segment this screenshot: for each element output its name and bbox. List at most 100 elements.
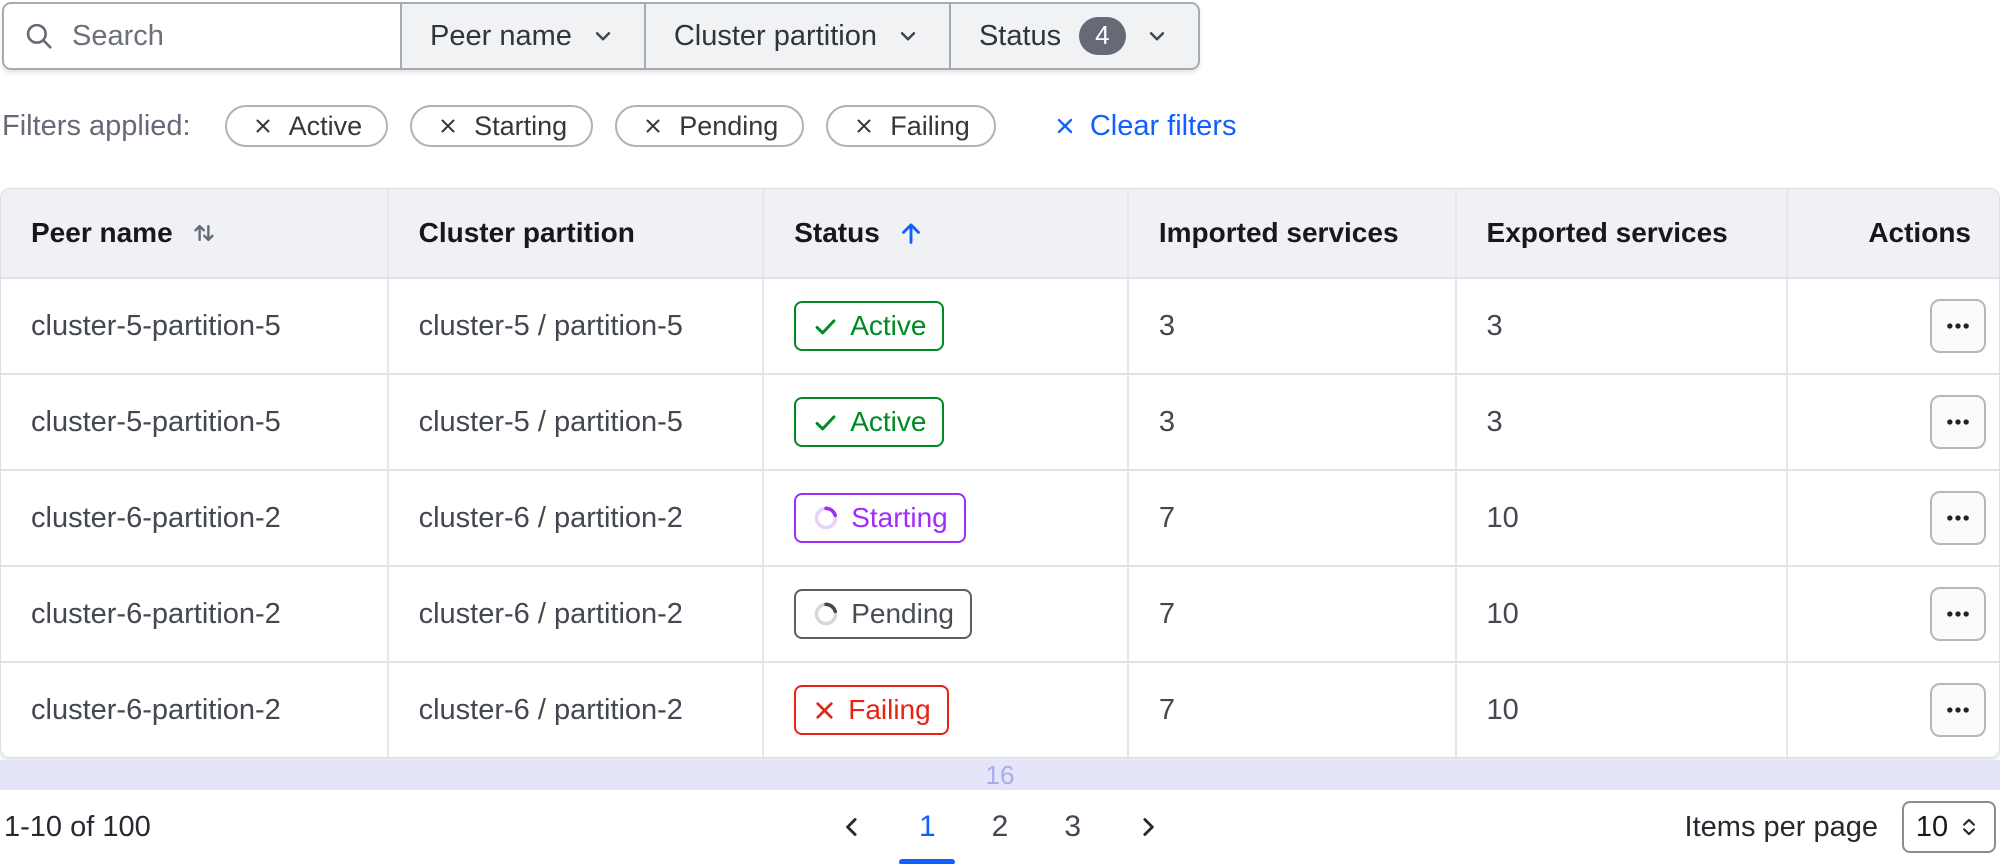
table-row: cluster-6-partition-2 cluster-6 / partit… [1, 469, 1999, 565]
cell-cluster-partition: cluster-6 / partition-2 [386, 567, 763, 661]
cluster-partition-filter-dropdown[interactable]: Cluster partition [645, 2, 951, 70]
cell-actions [1786, 279, 1999, 373]
filters-applied-row: Filters applied: Active Starting Pending… [2, 105, 2000, 147]
peers-table: Peer name Cluster partition Status Impor… [0, 188, 2000, 758]
column-header-imported-services: Imported services [1126, 189, 1455, 277]
cell-imported-services: 7 [1126, 567, 1455, 661]
sort-updown-icon[interactable] [189, 218, 219, 248]
peer-name-filter-dropdown[interactable]: Peer name [402, 2, 646, 70]
remove-filter-icon[interactable] [852, 114, 876, 138]
cell-imported-services: 3 [1126, 375, 1455, 469]
ellipsis-icon [1944, 408, 1972, 436]
remove-filter-icon[interactable] [641, 114, 665, 138]
status-filter-dropdown[interactable]: Status 4 [950, 2, 1200, 70]
column-header-label: Peer name [31, 217, 173, 248]
table-row: cluster-6-partition-2 cluster-6 / partit… [1, 661, 1999, 757]
status-badge-starting: Starting [794, 493, 966, 543]
ellipsis-icon [1944, 504, 1972, 532]
row-actions-button[interactable] [1930, 395, 1986, 449]
cell-imported-services: 7 [1126, 663, 1455, 757]
cell-status: Active [762, 375, 1127, 469]
x-icon [812, 698, 837, 723]
cell-exported-services: 3 [1454, 279, 1787, 373]
cell-cluster-partition: cluster-6 / partition-2 [386, 471, 763, 565]
table-footer: 1-10 of 100 1 2 3 Items per page 10 [0, 790, 2000, 864]
remove-filter-icon[interactable] [436, 114, 460, 138]
search-icon [22, 19, 56, 53]
cell-exported-services: 3 [1454, 375, 1787, 469]
filter-chip-active[interactable]: Active [224, 105, 389, 147]
column-header-label: Exported services [1486, 217, 1728, 248]
filter-chip-label: Pending [679, 110, 779, 141]
items-per-page: Items per page 10 [1685, 801, 1996, 853]
cell-status: Pending [762, 567, 1127, 661]
column-header-actions: Actions [1786, 189, 1999, 277]
status-filter-count-badge: 4 [1079, 17, 1126, 55]
search-input[interactable] [72, 19, 382, 53]
filter-chip-label: Starting [474, 110, 568, 141]
chevron-down-icon [1144, 23, 1170, 49]
row-actions-button[interactable] [1930, 491, 1986, 545]
cell-actions [1786, 471, 1999, 565]
next-page-button[interactable] [1133, 812, 1163, 842]
cell-exported-services: 10 [1454, 567, 1787, 661]
table-row: cluster-5-partition-5 cluster-5 / partit… [1, 277, 1999, 373]
results-range-label: 1-10 of 100 [4, 810, 151, 843]
filter-toolbar: Peer name Cluster partition Status 4 [2, 2, 1200, 70]
page-button-3[interactable]: 3 [1060, 810, 1085, 844]
page-button-2[interactable]: 2 [988, 810, 1013, 844]
page-button-1[interactable]: 1 [915, 810, 940, 844]
column-header-status[interactable]: Status [762, 189, 1127, 277]
cell-exported-services: 10 [1454, 471, 1787, 565]
cell-peer-name: cluster-6-partition-2 [31, 501, 281, 534]
row-actions-button[interactable] [1930, 587, 1986, 641]
filter-chip-pending[interactable]: Pending [615, 105, 805, 147]
status-label: Active [850, 406, 927, 438]
column-header-peer-name[interactable]: Peer name [1, 189, 387, 277]
column-header-label: Actions [1868, 217, 1971, 248]
previous-page-button[interactable] [837, 812, 867, 842]
remove-filter-icon[interactable] [251, 114, 275, 138]
status-label: Failing [848, 694, 931, 726]
status-label: Pending [851, 598, 954, 630]
spinner-icon [812, 600, 840, 628]
filter-chip-starting[interactable]: Starting [410, 105, 594, 147]
clear-filters-button[interactable]: Clear filters [1052, 109, 1237, 143]
clear-icon [1052, 113, 1078, 139]
filter-chip-failing[interactable]: Failing [826, 105, 996, 147]
cell-status: Active [762, 279, 1127, 373]
status-badge-failing: Failing [794, 685, 949, 735]
filter-chip-label: Active [288, 110, 363, 141]
cell-actions [1786, 663, 1999, 757]
cell-cluster-partition: cluster-5 / partition-5 [386, 279, 763, 373]
column-header-cluster-partition: Cluster partition [386, 189, 763, 277]
filter-chip-label: Failing [890, 110, 970, 141]
peer-name-filter-label: Peer name [430, 19, 572, 52]
status-label: Starting [851, 502, 948, 534]
items-per-page-select[interactable]: 10 [1902, 801, 1996, 853]
ellipsis-icon [1944, 696, 1972, 724]
cell-actions [1786, 567, 1999, 661]
filter-chips: Active Starting Pending Failing [224, 105, 996, 147]
cell-status: Failing [762, 663, 1127, 757]
cell-cluster-partition: cluster-5 / partition-5 [386, 375, 763, 469]
cell-exported-services: 10 [1454, 663, 1787, 757]
search-input-wrapper[interactable] [2, 2, 402, 70]
cell-peer-name: cluster-6-partition-2 [31, 693, 281, 726]
cell-peer-name: cluster-5-partition-5 [31, 405, 281, 438]
row-actions-button[interactable] [1930, 299, 1986, 353]
status-label: Active [850, 310, 927, 342]
clear-filters-label: Clear filters [1089, 109, 1237, 142]
column-header-label: Imported services [1158, 217, 1399, 248]
chevron-down-icon [895, 23, 921, 49]
pagination: 1 2 3 [837, 790, 1163, 864]
row-actions-button[interactable] [1930, 683, 1986, 737]
column-header-label: Cluster partition [418, 217, 635, 248]
ellipsis-icon [1944, 600, 1972, 628]
cell-peer-name: cluster-5-partition-5 [31, 309, 281, 342]
table-row: cluster-6-partition-2 cluster-6 / partit… [1, 565, 1999, 661]
table-row: cluster-5-partition-5 cluster-5 / partit… [1, 373, 1999, 469]
check-icon [812, 409, 839, 436]
ellipsis-icon [1944, 312, 1972, 340]
sort-ascending-icon[interactable] [896, 218, 926, 248]
